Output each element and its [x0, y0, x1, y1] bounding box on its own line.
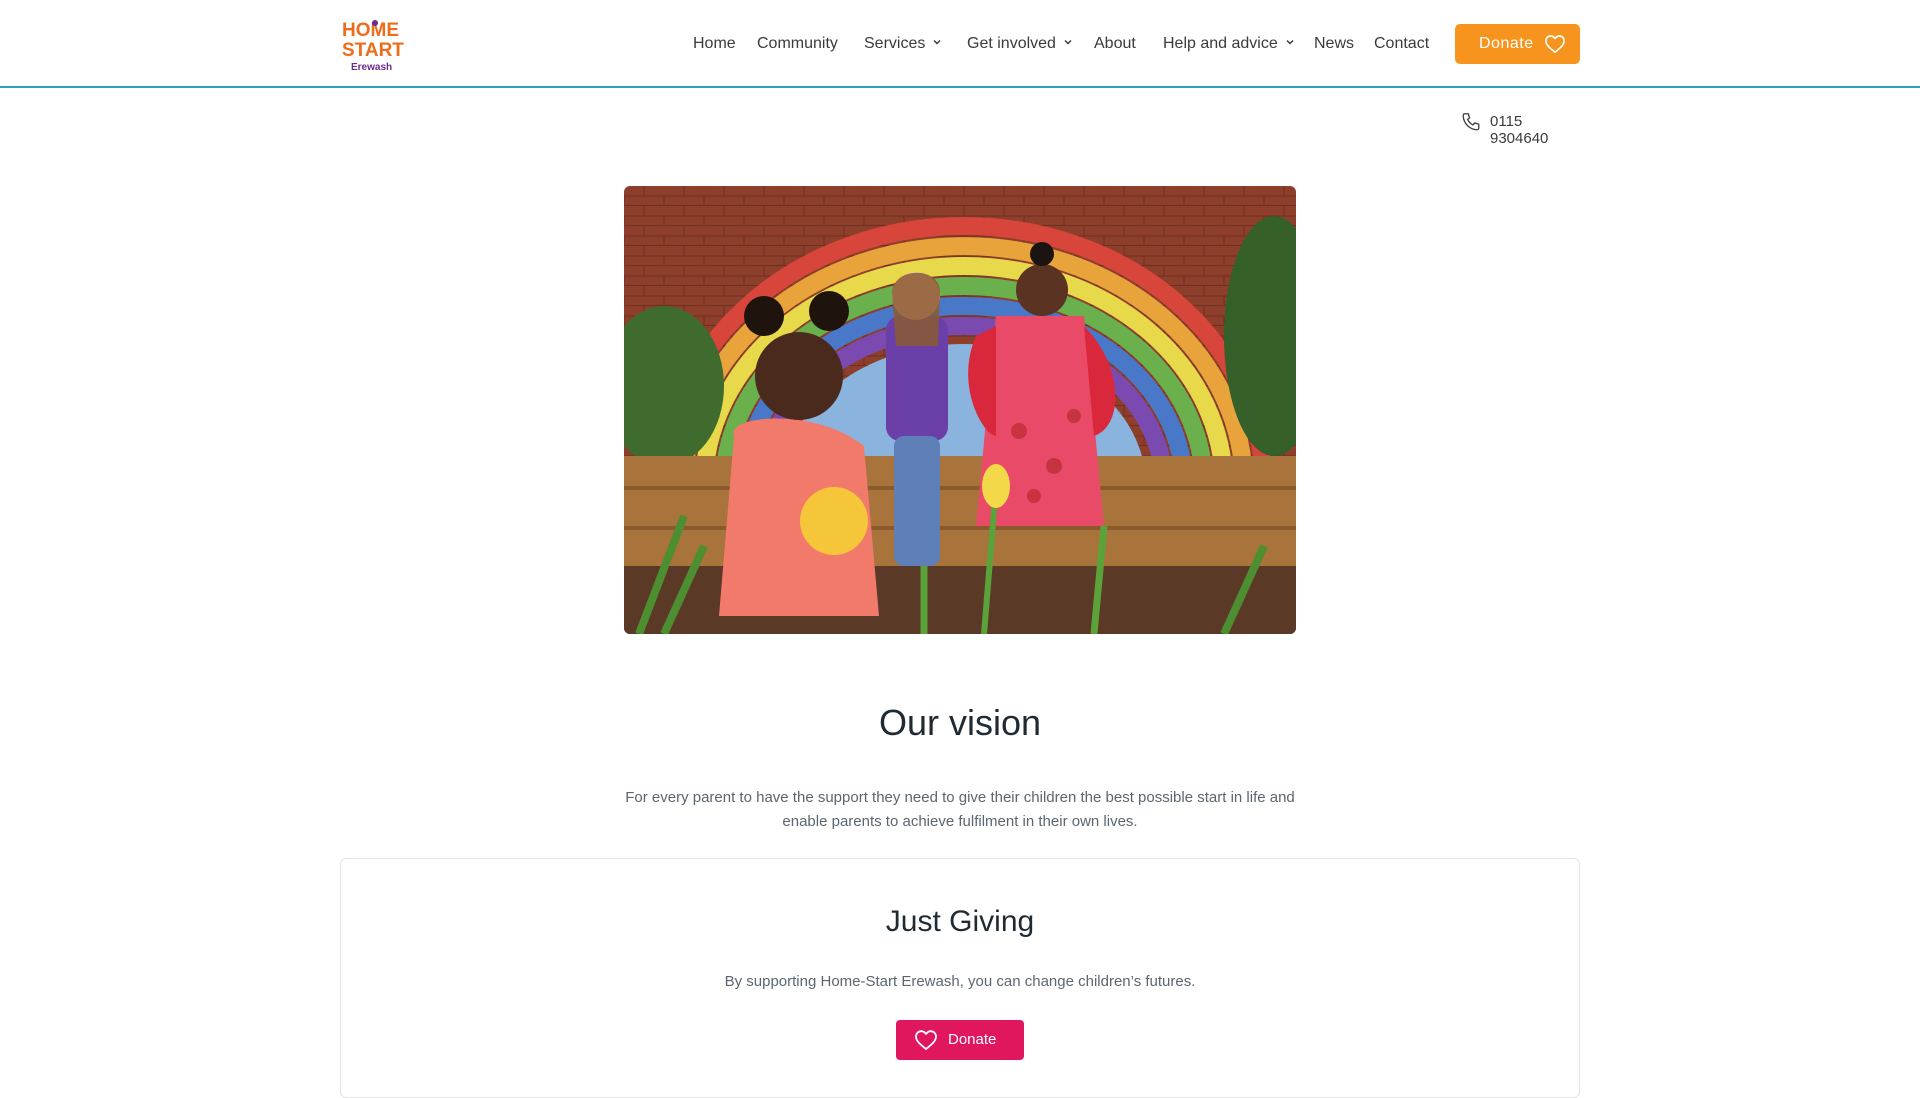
phone-number: 0115 9304640 [1490, 113, 1549, 147]
nav-home[interactable]: Home [693, 32, 736, 56]
nav-home-label: Home [693, 35, 736, 52]
donate-label: Donate [948, 1031, 997, 1048]
donate-label: Donate [1479, 35, 1534, 52]
nav-news-label: News [1314, 35, 1355, 52]
nav-get-involved[interactable]: Get involved [967, 32, 1074, 56]
donate-button-header[interactable]: Donate [1455, 24, 1580, 64]
heart-icon [1545, 35, 1565, 53]
main-nav: Home Community Services Get involved Abo… [0, 32, 1920, 56]
chevron-down-icon [1064, 39, 1072, 45]
donate-button-justgiving[interactable]: Donate [896, 1020, 1024, 1060]
nav-about-label: About [1094, 35, 1136, 52]
site-header: HOME START Erewash Home Community Servic… [0, 0, 1920, 88]
chevron-down-icon [1286, 39, 1294, 45]
nav-news[interactable]: News [1314, 32, 1354, 56]
nav-services[interactable]: Services [864, 32, 943, 56]
heart-icon [915, 1030, 937, 1050]
phone-contact[interactable]: 0115 9304640 [1460, 110, 1580, 147]
nav-contact[interactable]: Contact [1374, 32, 1429, 56]
nav-community-label: Community [757, 35, 838, 52]
just-giving-heading: Just Giving [885, 905, 1035, 938]
logo-line-3: Erewash [351, 62, 392, 72]
hero-photo [624, 186, 1296, 634]
phone-icon [1462, 113, 1480, 131]
nav-get-involved-label: Get involved [967, 35, 1056, 52]
vision-heading: Our vision [878, 702, 1042, 743]
vision-text: For every parent to have the support the… [625, 789, 1295, 830]
nav-community[interactable]: Community [757, 32, 838, 56]
nav-help-and-advice-label: Help and advice [1163, 35, 1278, 52]
nav-about[interactable]: About [1094, 32, 1136, 56]
chevron-down-icon [933, 39, 941, 45]
just-giving-card: Just Giving By supporting Home-Start Ere… [340, 858, 1580, 1098]
nav-services-label: Services [864, 35, 926, 52]
nav-contact-label: Contact [1374, 35, 1430, 52]
nav-help-and-advice[interactable]: Help and advice [1163, 32, 1296, 56]
just-giving-text: By supporting Home-Start Erewash, you ca… [724, 973, 1196, 990]
